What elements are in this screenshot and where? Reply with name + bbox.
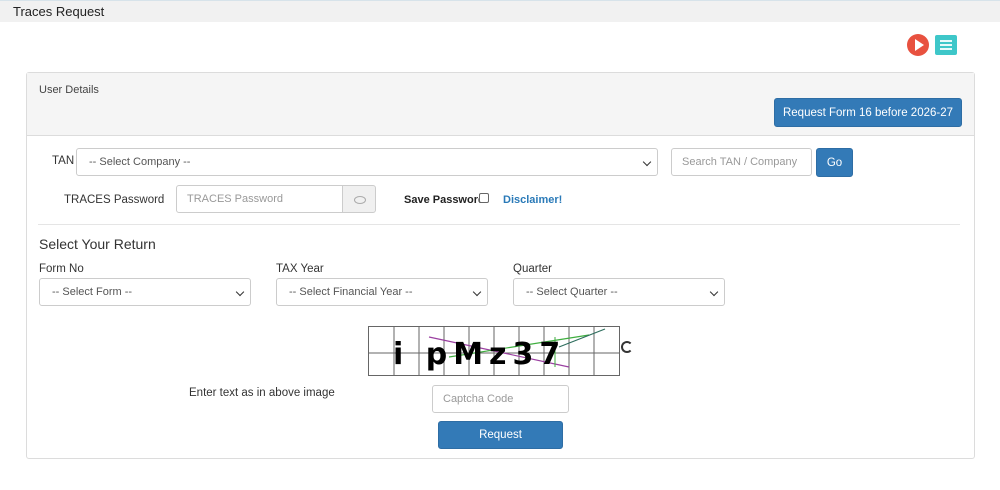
traces-password-label: TRACES Password [64, 194, 165, 206]
tan-label: TAN [52, 155, 75, 167]
captcha-image: i pMz37 [368, 326, 620, 376]
go-button[interactable]: Go [816, 148, 853, 177]
card-header: User Details Request Form 16 before 2026… [27, 73, 974, 136]
search-tan-input[interactable]: Search TAN / Company [671, 148, 812, 176]
traces-password-input[interactable]: TRACES Password [176, 185, 343, 213]
quarter-value: -- Select Quarter -- [526, 286, 618, 298]
request-form16-button[interactable]: Request Form 16 before 2026-27 [774, 98, 962, 127]
save-password-checkbox[interactable] [479, 193, 489, 203]
captcha-text: i pMz37 [393, 337, 566, 372]
quarter-select[interactable]: -- Select Quarter -- [513, 278, 725, 306]
chevron-down-icon [235, 287, 245, 297]
form-no-label: Form No [39, 263, 84, 275]
captcha-instruction: Enter text as in above image [189, 387, 335, 399]
quarter-label: Quarter [513, 263, 552, 275]
list-icon[interactable] [935, 35, 957, 55]
disclaimer-link[interactable]: Disclaimer! [503, 194, 562, 206]
request-button[interactable]: Request [438, 421, 563, 449]
tax-year-value: -- Select Financial Year -- [289, 286, 413, 298]
divider [38, 224, 960, 225]
captcha-input[interactable]: Captcha Code [432, 385, 569, 413]
select-return-heading: Select Your Return [39, 236, 156, 252]
card-label: User Details [39, 84, 99, 96]
tax-year-select[interactable]: -- Select Financial Year -- [276, 278, 488, 306]
captcha-graphic: i pMz37 [369, 327, 619, 375]
eye-icon[interactable] [342, 185, 376, 213]
save-password-label: Save Password [404, 194, 485, 206]
top-bar: Traces Request [0, 0, 1000, 22]
chevron-down-icon [472, 287, 482, 297]
chevron-down-icon [709, 287, 719, 297]
company-select[interactable]: -- Select Company -- [76, 148, 658, 176]
page-title: Traces Request [13, 4, 105, 19]
tax-year-label: TAX Year [276, 263, 324, 275]
play-icon[interactable] [907, 34, 929, 56]
form-no-value: -- Select Form -- [52, 286, 133, 298]
company-select-value: -- Select Company -- [89, 156, 191, 168]
refresh-icon[interactable] [621, 341, 633, 353]
form-no-select[interactable]: -- Select Form -- [39, 278, 251, 306]
chevron-down-icon [642, 157, 652, 167]
